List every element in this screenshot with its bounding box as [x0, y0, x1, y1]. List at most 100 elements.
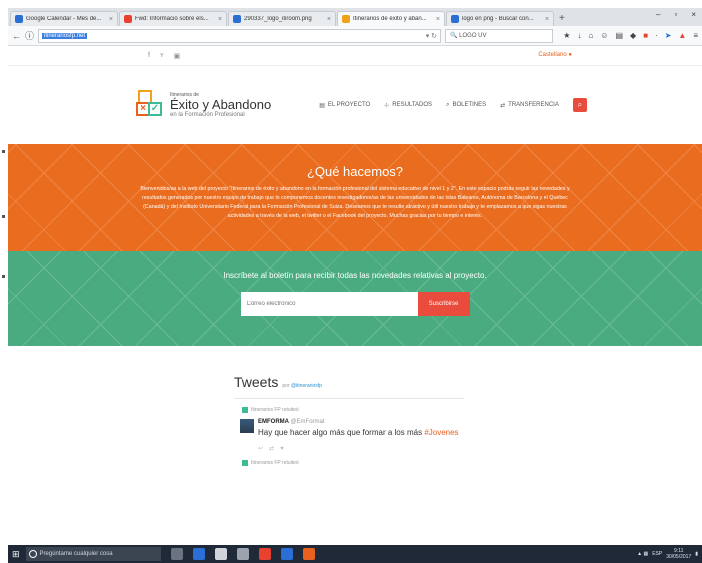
browser-search-input[interactable]: 🔍 LOGO UV — [445, 28, 554, 43]
tab-strip: Google Calendar - Mes de... × Fwd: Inform… — [8, 8, 702, 26]
logo-text: Itinerarios de Éxito y Abandono en la Fo… — [170, 92, 272, 118]
download-icon[interactable]: ↓ — [577, 31, 581, 40]
edge-mark — [2, 275, 5, 278]
language-selector[interactable]: Castellano ● — [538, 52, 572, 58]
address-bar[interactable]: itinerariosfp.net ▾ ↻ — [38, 28, 442, 43]
retweet-note: Itinerarios FP retuiteó — [242, 460, 464, 466]
search-icon: ⌕ — [577, 100, 583, 109]
transfer-icon: ⇄ — [500, 102, 506, 109]
menu-item-resultados[interactable]: ⊹ RESULTADOS — [384, 102, 432, 109]
clock[interactable]: 9:11 30/05/2017 — [666, 548, 691, 560]
tweets-widget: Tweets por @itinerariosfp Itinerarios FP… — [234, 374, 464, 466]
windows-taskbar: ⊞ Pregúntame cualquier cosa ▲ ▦ ESP 9:11… — [8, 545, 702, 563]
tweet-actions: ↩⇄♥ — [258, 445, 459, 452]
facebook-icon[interactable]: f — [148, 52, 150, 60]
newsletter-section: Inscríbete al boletín para recibir todas… — [8, 251, 702, 346]
close-tab-icon[interactable]: × — [218, 16, 222, 23]
browser-toolbar: ★ ↓ ⌂ ☺ ▤ ◆ ■ · ➤ ▲ ≡ — [563, 31, 698, 40]
twitter-icon[interactable]: ʏ — [160, 52, 164, 60]
system-tray: ▲ ▦ ESP 9:11 30/05/2017 ▮ — [637, 548, 698, 560]
avatar[interactable] — [240, 419, 254, 433]
task-view-icon[interactable] — [170, 548, 183, 560]
rocket-icon[interactable]: ▲ — [678, 31, 686, 40]
close-tab-icon[interactable]: × — [545, 16, 549, 23]
tweet-author[interactable]: EMFORMA @EmFormat — [258, 419, 459, 425]
reply-icon[interactable]: ↩ — [258, 446, 269, 452]
browser-tab[interactable]: Fwd: Informació sobre els... × — [119, 11, 227, 26]
firefox-icon[interactable] — [258, 548, 271, 560]
browser-window: Google Calendar - Mes de... × Fwd: Inform… — [8, 8, 702, 563]
cortana-icon — [28, 550, 37, 558]
close-tab-icon[interactable]: × — [109, 16, 113, 23]
about-title: ¿Qué hacemos? — [306, 164, 404, 179]
newsletter-title: Inscríbete al boletín para recibir todas… — [223, 271, 487, 280]
site-header: × ✓ Itinerarios de Éxito y Abandono en l… — [8, 66, 702, 144]
chart-icon: ⊹ — [384, 102, 390, 109]
subscribe-button[interactable]: Suscribirse — [417, 292, 470, 316]
network-icon[interactable]: ▲ ▦ — [637, 551, 648, 557]
site-search-button[interactable]: ⌕ — [572, 98, 587, 112]
file-explorer-icon[interactable] — [214, 548, 227, 560]
site-favicon-icon — [342, 15, 350, 23]
newsletter-form: Suscribirse — [8, 292, 702, 316]
google-icon — [451, 15, 459, 23]
retweet-action-icon[interactable]: ⇄ — [269, 446, 280, 452]
browser-tab[interactable]: Google Calendar - Mes de... × — [10, 11, 118, 26]
tweet-text: Hay que hacer algo más que formar a los … — [258, 428, 459, 437]
app-icon[interactable] — [302, 548, 315, 560]
edge-mark — [2, 150, 5, 153]
about-text: Bienvenidos/as a la web del proyecto "It… — [140, 186, 570, 219]
gmail-icon — [124, 15, 132, 23]
menu-item-el-proyecto[interactable]: ▤ EL PROYECTO — [319, 102, 370, 109]
shield-icon[interactable]: ◆ — [630, 31, 636, 40]
image-icon — [233, 15, 241, 23]
logo-square-check: ✓ — [148, 102, 162, 116]
site-logo[interactable]: × ✓ Itinerarios de Éxito y Abandono en l… — [136, 88, 271, 122]
browser-tab[interactable]: 290337_logo_itiroom.png × — [228, 11, 336, 26]
search-icon: 🔍 — [450, 33, 460, 39]
youtube-icon[interactable]: ▣ — [174, 52, 181, 60]
close-window-icon[interactable]: × — [691, 10, 696, 19]
menu-item-boletines[interactable]: ⌕ BOLETINES — [446, 102, 486, 109]
windows-start-icon[interactable]: ⊞ — [12, 549, 20, 560]
store-icon[interactable] — [236, 548, 249, 560]
outlook-icon[interactable] — [280, 548, 293, 560]
menu-item-transferencia[interactable]: ⇄ TRANSFERENCIA — [500, 102, 559, 109]
maximize-icon[interactable]: ▫ — [674, 10, 677, 19]
minimize-icon[interactable]: – — [656, 10, 660, 19]
screen-left-edge — [0, 0, 8, 563]
taskbar-search[interactable]: Pregúntame cualquier cosa — [25, 547, 161, 561]
window-controls: – ▫ × — [656, 10, 696, 19]
twitter-handle-link[interactable]: @itinerariosfp — [291, 383, 322, 389]
send-icon[interactable]: ➤ — [665, 31, 672, 40]
close-tab-icon[interactable]: × — [327, 16, 331, 23]
like-icon[interactable]: ♥ — [280, 446, 290, 452]
extension-icon[interactable]: ■ — [643, 31, 648, 40]
email-field[interactable] — [240, 292, 418, 316]
back-icon[interactable]: ← — [12, 31, 21, 41]
bookmark-star-icon[interactable]: ★ — [563, 31, 570, 40]
social-links: f ʏ ▣ — [148, 52, 180, 60]
clipboard-icon[interactable]: ▤ — [615, 31, 623, 40]
hashtag-link[interactable]: #Jovenes — [424, 428, 458, 437]
browser-tab[interactable]: logo en png - Buscar con... × — [446, 11, 554, 26]
edge-icon[interactable] — [192, 548, 205, 560]
tweet-item[interactable]: EMFORMA @EmFormat Hay que hacer algo más… — [240, 419, 464, 452]
info-icon[interactable]: ⓘ — [25, 29, 34, 42]
new-tab-icon[interactable]: + — [559, 13, 565, 24]
close-tab-icon[interactable]: × — [436, 16, 440, 23]
browser-tab-active[interactable]: Itinerarios de éxito y aban... × — [337, 11, 445, 26]
edge-mark — [2, 215, 5, 218]
reload-icon[interactable]: ▾ ↻ — [426, 32, 437, 40]
newsletter-icon: ⌕ — [446, 101, 450, 108]
social-strip: f ʏ ▣ Castellano ● — [8, 46, 702, 66]
smiley-icon[interactable]: ☺ — [600, 31, 608, 40]
calendar-icon — [15, 15, 23, 23]
dots-icon[interactable]: · — [655, 31, 658, 40]
home-icon[interactable]: ⌂ — [588, 31, 593, 40]
menu-icon[interactable]: ≡ — [693, 31, 698, 40]
navigation-bar: ← ⓘ itinerariosfp.net ▾ ↻ 🔍 LOGO UV ★ ↓ … — [8, 26, 702, 46]
about-section: ¿Qué hacemos? Bienvenidos/as a la web de… — [8, 144, 702, 251]
tweets-header: Tweets por @itinerariosfp — [234, 374, 464, 399]
notifications-icon[interactable]: ▮ — [695, 551, 698, 557]
